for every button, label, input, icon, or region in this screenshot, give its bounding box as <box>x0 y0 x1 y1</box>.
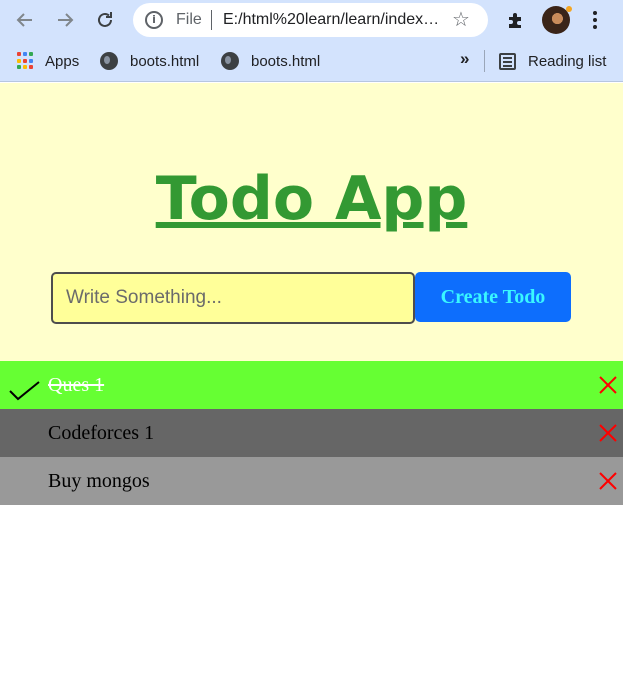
bookmarks-overflow-icon[interactable]: » <box>460 49 469 69</box>
extensions-puzzle-icon[interactable] <box>499 4 531 36</box>
apps-grid-icon <box>17 52 35 70</box>
todo-item[interactable]: Buy mongos <box>0 457 623 505</box>
checkmark-icon <box>9 381 40 401</box>
site-info-icon[interactable]: i <box>145 11 163 29</box>
reload-icon[interactable] <box>89 4 121 36</box>
back-arrow-icon[interactable] <box>9 4 41 36</box>
omnibox-divider <box>211 10 212 30</box>
todo-text: Ques 1 <box>48 374 105 396</box>
todo-text: Buy mongos <box>48 470 150 492</box>
bookmark-star-icon[interactable]: ☆ <box>452 7 470 32</box>
todo-list: Ques 1 Codeforces 1 Buy mongos <box>0 361 623 505</box>
globe-icon <box>221 52 239 70</box>
omnibox[interactable]: i File E:/html%20learn/learn/index.html … <box>133 3 488 37</box>
omnibox-scheme: File <box>176 11 202 28</box>
omnibox-url[interactable]: E:/html%20learn/learn/index.html <box>223 11 443 29</box>
reading-list-button[interactable]: Reading list <box>499 50 606 72</box>
reading-list-label: Reading list <box>528 52 607 70</box>
avatar-badge <box>566 6 572 12</box>
bookmarks-bar: Apps boots.html boots.html » Reading lis… <box>0 40 623 82</box>
bookmark-label: Apps <box>45 52 80 70</box>
menu-kebab-icon[interactable] <box>579 4 611 36</box>
globe-icon <box>100 52 118 70</box>
app-header: Todo App Create Todo <box>0 83 623 361</box>
delete-x-icon[interactable] <box>597 470 619 492</box>
bookmark-boots-1[interactable]: boots.html <box>100 50 199 72</box>
bookmark-label: boots.html <box>130 52 200 70</box>
delete-x-icon[interactable] <box>597 374 619 396</box>
delete-x-icon[interactable] <box>597 422 619 444</box>
bookmark-boots-2[interactable]: boots.html <box>221 50 320 72</box>
browser-toolbar: i File E:/html%20learn/learn/index.html … <box>0 0 623 40</box>
create-todo-button[interactable]: Create Todo <box>415 272 571 322</box>
bookmark-label: boots.html <box>251 52 321 70</box>
page-title: Todo App <box>155 164 468 234</box>
todo-text: Codeforces 1 <box>48 422 155 444</box>
bookmark-apps[interactable]: Apps <box>17 50 79 72</box>
todo-item[interactable]: Ques 1 <box>0 361 623 409</box>
todo-item[interactable]: Codeforces 1 <box>0 409 623 457</box>
reading-list-icon <box>499 52 516 70</box>
forward-arrow-icon[interactable] <box>49 4 81 36</box>
todo-input[interactable] <box>51 272 415 324</box>
bookmarks-divider <box>484 50 485 72</box>
